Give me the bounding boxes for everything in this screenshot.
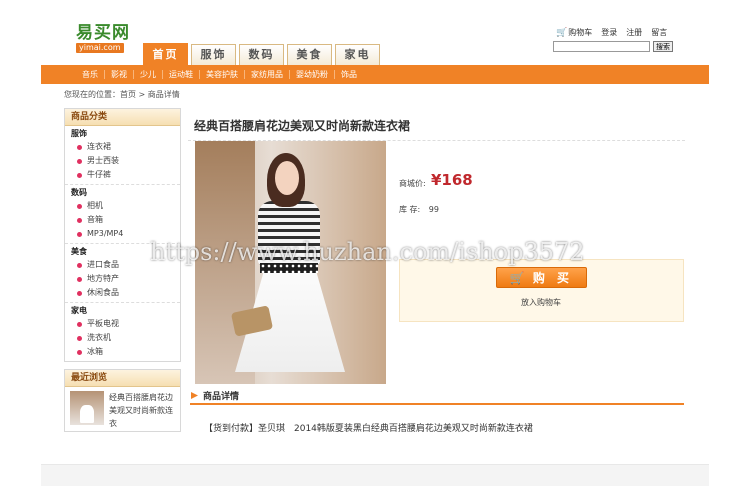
buy-panel: 🛒 购 买 放入购物车 [399,259,684,322]
recent-title: 最近浏览 [65,370,180,387]
nav-item-kids[interactable]: 少儿 [133,70,162,79]
breadcrumb: 您现在的位置：首页 > 商品详情 [64,90,180,99]
site-logo[interactable]: 易买网 yimai.com [76,24,134,54]
logo-domain: yimai.com [76,43,124,53]
bullet-icon [77,217,82,223]
category-title: 商品分类 [65,109,180,126]
nav-item-jewelry[interactable]: 饰品 [334,70,363,79]
category-group: 数码 相机 音箱 MP3/MP4 [65,185,180,244]
stock-value: 99 [428,205,439,214]
message-link[interactable]: 留言 [651,27,667,38]
price-value: ¥168 [431,171,473,189]
category-item[interactable]: 冰箱 [65,345,180,359]
tab-digital[interactable]: 数码 [239,44,284,65]
register-link[interactable]: 注册 [626,27,642,38]
price-label: 商城价: [399,179,426,188]
bullet-icon [77,262,82,268]
logo-text: 易买网 [76,23,130,43]
category-item[interactable]: 音箱 [65,213,180,227]
add-to-cart-link[interactable]: 放入购物车 [521,297,561,308]
cart-icon: 🛒 [556,28,568,38]
search-input[interactable] [553,41,650,52]
nav-item-formula[interactable]: 婴幼奶粉 [289,70,334,79]
buy-button[interactable]: 🛒 购 买 [496,267,587,288]
bullet-icon [77,349,82,355]
category-item[interactable]: 地方特产 [65,272,180,286]
cart-icon: 🛒 [509,270,525,285]
detail-title: 商品详情 [203,392,240,402]
main-tabs: 首页 服饰 数码 美食 家电 [143,43,380,65]
category-panel: 商品分类 服饰 连衣裙 男士西装 牛仔裤 数码 相机 音箱 MP3/MP4 美食… [64,108,181,362]
cart-link[interactable]: 🛒购物车 [556,27,592,38]
bullet-icon [77,231,82,237]
recent-item-title[interactable]: 经典百搭腰肩花边美观又时尚新款连衣 [109,391,175,430]
category-item[interactable]: 男士西装 [65,154,180,168]
tab-appliance[interactable]: 家电 [335,44,380,65]
footer [41,464,709,486]
category-item[interactable]: 平板电视 [65,317,180,331]
bullet-icon [77,335,82,341]
category-head[interactable]: 数码 [65,187,180,199]
bullet-icon [77,172,82,178]
recent-item[interactable]: 经典百搭腰肩花边美观又时尚新款连衣 [65,387,180,434]
nav-item-movies[interactable]: 影视 [104,70,133,79]
bullet-icon [77,321,82,327]
category-item[interactable]: 牛仔裤 [65,168,180,182]
search-bar: 搜索 [553,41,673,52]
detail-description: 【货到付款】圣贝琪 2014韩版夏装黑白经典百搭腰肩花边美观又时尚新款连衣裙 [204,424,533,434]
category-item[interactable]: 洗衣机 [65,331,180,345]
search-button[interactable]: 搜索 [653,41,673,52]
bullet-icon [77,290,82,296]
sub-nav: 音乐 影视 少儿 运动鞋 美容护肤 家纺用品 婴幼奶粉 饰品 [41,65,709,84]
tab-food[interactable]: 美食 [287,44,332,65]
nav-item-sneakers[interactable]: 运动鞋 [162,70,199,79]
stock-info: 库 存: 99 [399,204,439,215]
category-head[interactable]: 服饰 [65,128,180,140]
tab-home[interactable]: 首页 [143,43,188,65]
bullet-icon [77,203,82,209]
stock-label: 库 存: [399,205,421,214]
nav-item-music[interactable]: 音乐 [76,70,104,79]
bullet-icon [77,276,82,282]
detail-header: 商品详情 [190,388,684,405]
product-title: 经典百搭腰肩花边美观又时尚新款连衣裙 [194,119,411,133]
recent-thumbnail[interactable] [70,391,104,425]
arrow-icon [191,392,198,399]
category-group: 服饰 连衣裙 男士西装 牛仔裤 [65,126,180,185]
watermark-text: https://www.huzhan.com/ishop3572 [150,238,585,266]
tab-clothing[interactable]: 服饰 [191,44,236,65]
category-item[interactable]: 连衣裙 [65,140,180,154]
category-item[interactable]: 休闲食品 [65,286,180,300]
category-item[interactable]: 相机 [65,199,180,213]
nav-item-skincare[interactable]: 美容护肤 [199,70,244,79]
nav-item-textiles[interactable]: 家纺用品 [244,70,289,79]
bullet-icon [77,144,82,150]
bullet-icon [77,158,82,164]
top-links: 🛒购物车 登录 注册 留言 [556,27,667,38]
login-link[interactable]: 登录 [601,27,617,38]
category-group: 家电 平板电视 洗衣机 冰箱 [65,303,180,361]
recent-panel: 最近浏览 经典百搭腰肩花边美观又时尚新款连衣 [64,369,181,432]
category-head[interactable]: 家电 [65,305,180,317]
